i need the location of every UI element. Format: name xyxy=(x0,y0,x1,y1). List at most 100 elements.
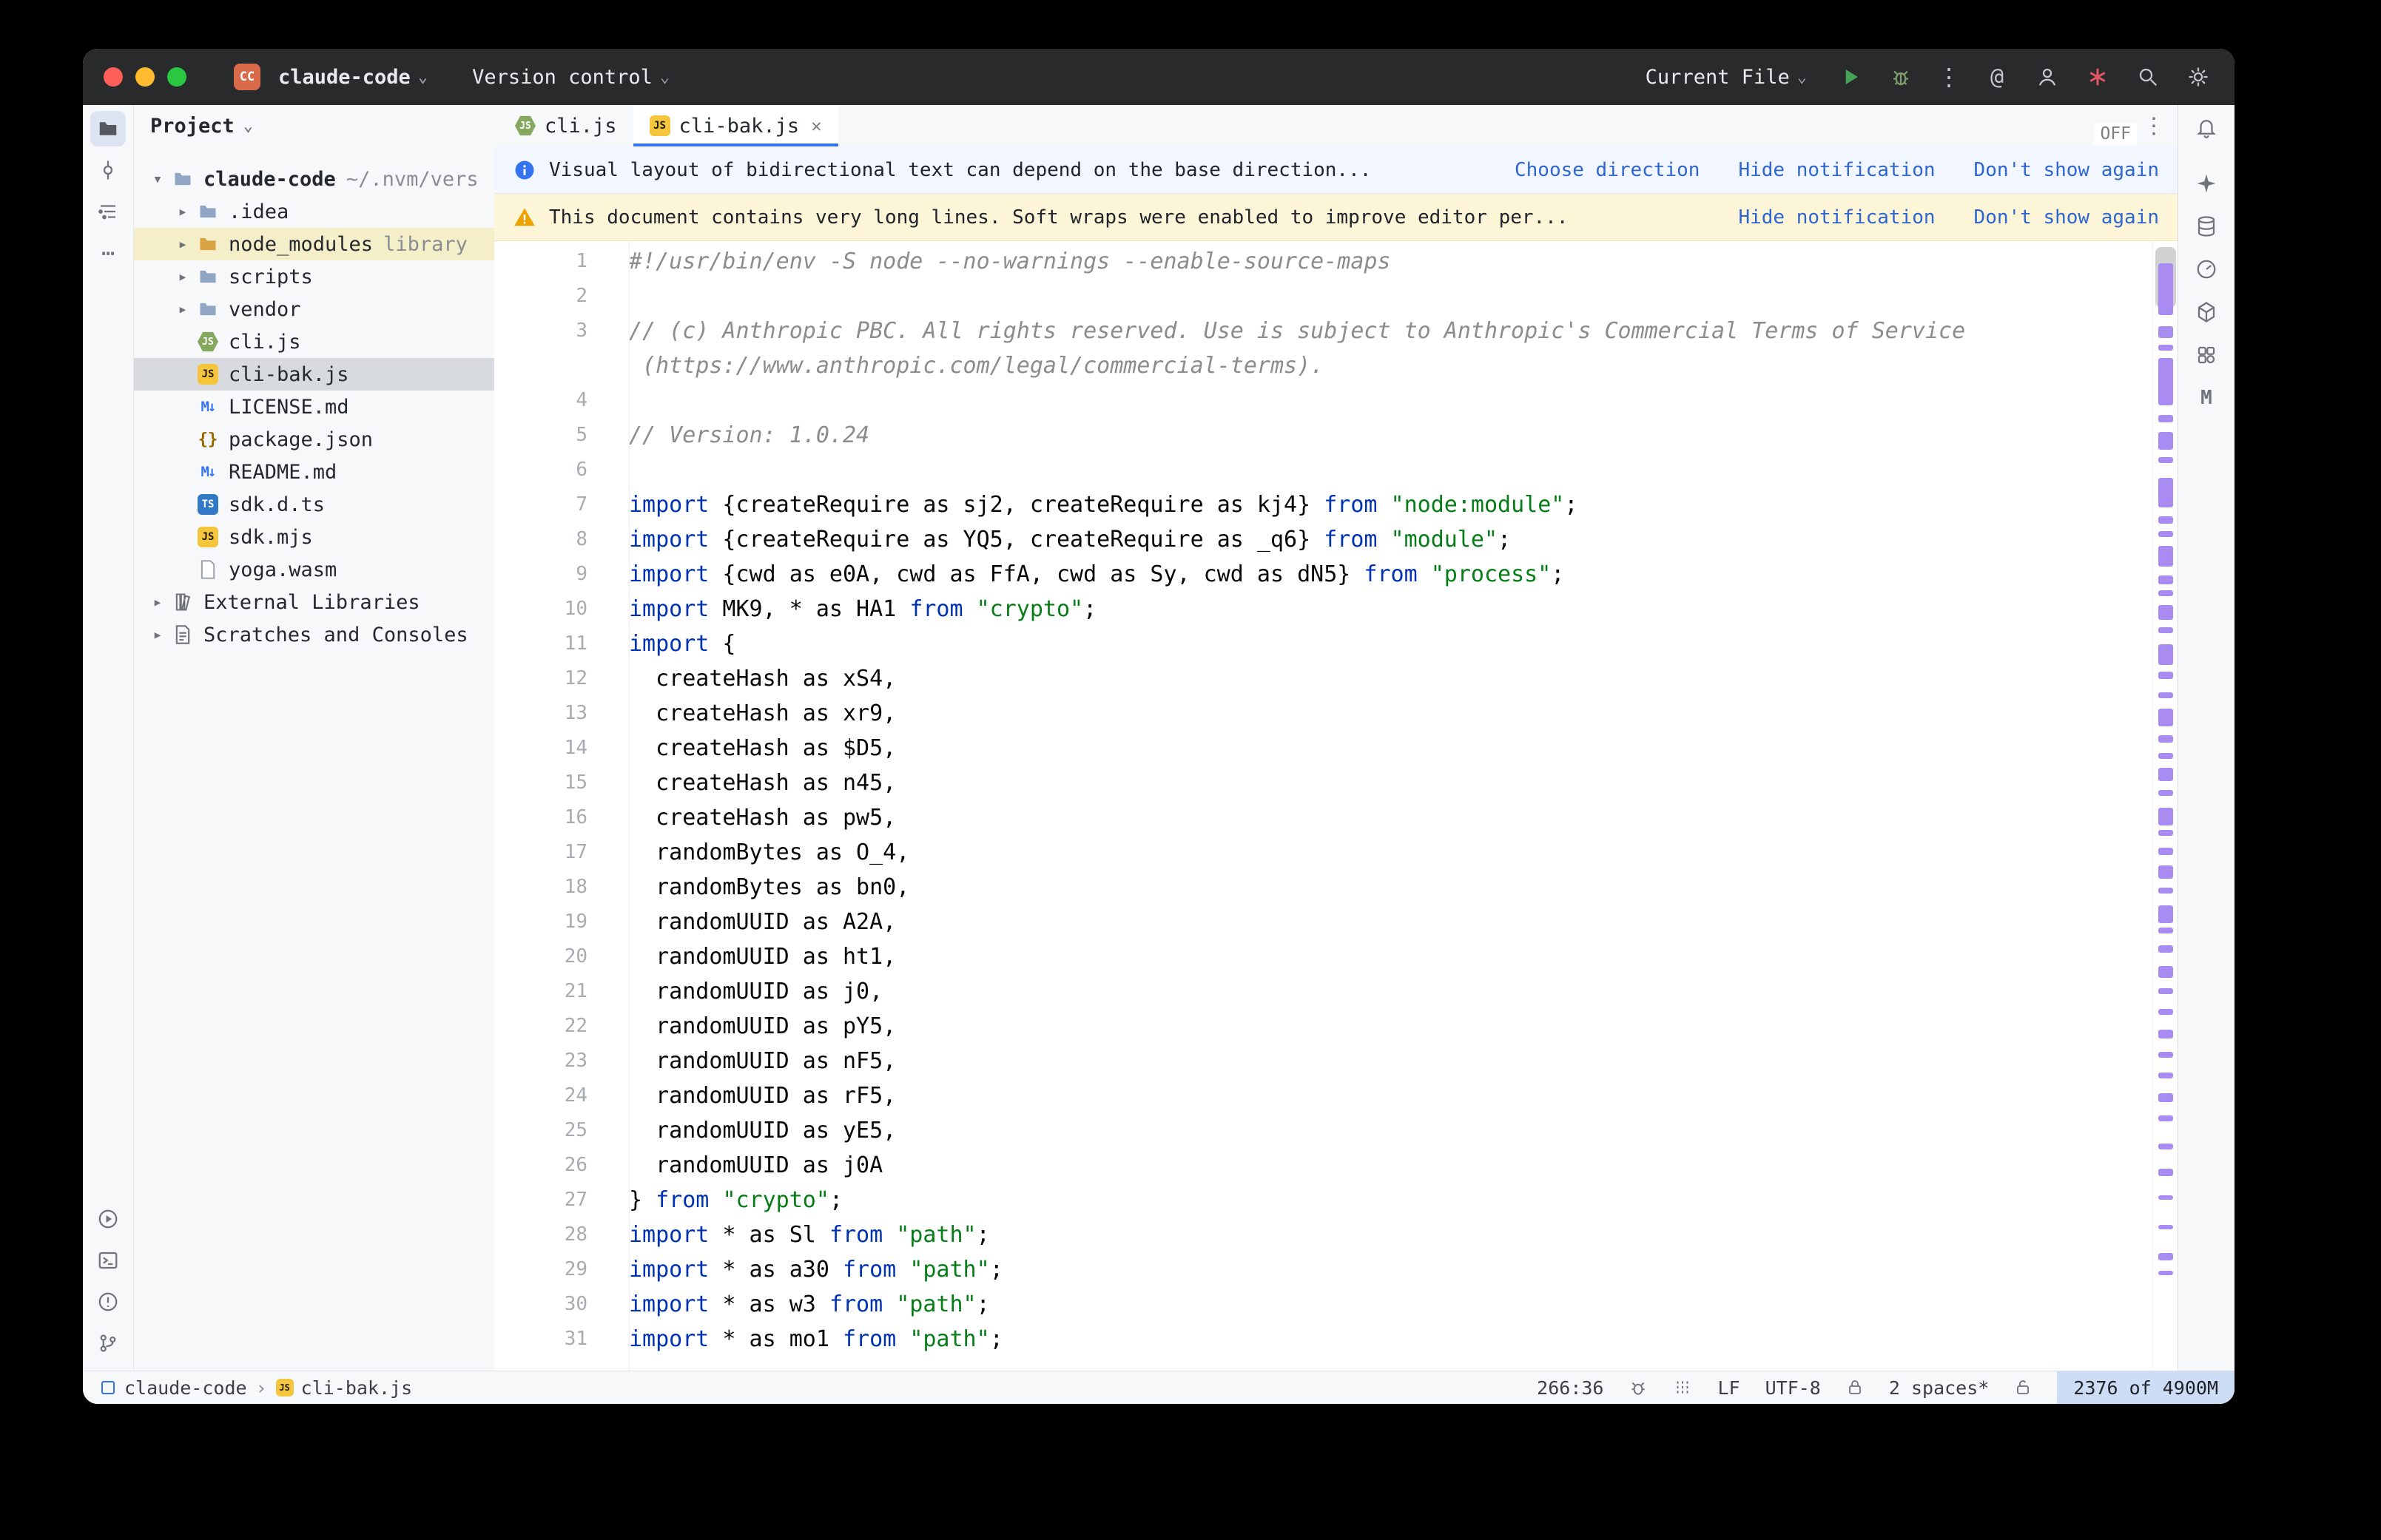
code-line[interactable]: 30import * as w3 from "path"; xyxy=(494,1287,2153,1322)
code-line[interactable]: 11import { xyxy=(494,627,2153,661)
line-number[interactable]: 22 xyxy=(494,1009,629,1044)
error-stripe-mark[interactable] xyxy=(2158,457,2173,463)
code-line[interactable]: 13 createHash as xr9, xyxy=(494,696,2153,731)
code-line[interactable]: 7import {createRequire as sj2, createReq… xyxy=(494,487,2153,522)
error-stripe-mark[interactable] xyxy=(2158,753,2173,759)
error-stripe-mark[interactable] xyxy=(2158,1030,2173,1039)
choose-direction-link[interactable]: Choose direction xyxy=(1515,159,1700,181)
run-configuration-selector[interactable]: Current File ⌄ xyxy=(1638,60,1814,95)
line-number[interactable]: 13 xyxy=(494,696,629,731)
dependencies-icon[interactable] xyxy=(2189,294,2224,330)
error-stripe-mark[interactable] xyxy=(2158,326,2173,338)
version-control-menu[interactable]: Version control ⌄ xyxy=(465,60,677,95)
commit-tool-window-button[interactable] xyxy=(90,152,126,188)
debug-button[interactable] xyxy=(1887,63,1915,91)
code-line[interactable]: 24 randomUUID as rF5, xyxy=(494,1078,2153,1113)
line-number[interactable]: 6 xyxy=(494,453,629,487)
dont-show-again-link[interactable]: Don't show again xyxy=(1974,206,2159,229)
code-line[interactable]: 3// (c) Anthropic PBC. All rights reserv… xyxy=(494,314,2153,348)
memory-indicator[interactable]: 2376 of 4900M xyxy=(2057,1371,2234,1404)
tree-item-sdk-d-ts[interactable]: TSsdk.d.ts xyxy=(134,488,494,521)
error-stripe-mark[interactable] xyxy=(2158,531,2173,537)
error-stripe-mark[interactable] xyxy=(2158,1093,2173,1102)
code-line[interactable]: 26 randomUUID as j0A xyxy=(494,1148,2153,1183)
chevron-collapsed-icon[interactable]: ▸ xyxy=(144,593,171,612)
code-line[interactable]: 22 randomUUID as pY5, xyxy=(494,1009,2153,1044)
git-branch-icon[interactable] xyxy=(90,1325,126,1361)
breadcrumb-project[interactable]: claude-code xyxy=(99,1377,247,1399)
profiler-icon[interactable] xyxy=(2189,251,2224,287)
line-number[interactable]: 3 xyxy=(494,314,629,348)
line-number[interactable]: 11 xyxy=(494,627,629,661)
project-tool-window-button[interactable] xyxy=(90,111,126,146)
line-number[interactable]: 31 xyxy=(494,1322,629,1357)
code-line[interactable]: 15 createHash as n45, xyxy=(494,766,2153,800)
lock-icon[interactable] xyxy=(1846,1379,1864,1397)
error-stripe-mark[interactable] xyxy=(2158,546,2173,567)
error-stripe-mark[interactable] xyxy=(2158,1195,2173,1200)
code-line[interactable]: 14 createHash as $D5, xyxy=(494,731,2153,766)
error-stripe-mark[interactable] xyxy=(2158,1073,2173,1078)
line-number[interactable]: 19 xyxy=(494,905,629,939)
line-number[interactable]: 27 xyxy=(494,1183,629,1218)
error-stripe-mark[interactable] xyxy=(2158,672,2173,679)
error-stripe-mark[interactable] xyxy=(2158,905,2173,923)
error-stripe-mark[interactable] xyxy=(2158,735,2173,743)
tab-overflow-menu[interactable]: ⋮ xyxy=(2143,113,2165,139)
error-stripe-mark[interactable] xyxy=(2158,848,2173,855)
code-line[interactable]: (https://www.anthropic.com/legal/commerc… xyxy=(494,348,2153,383)
tree-item-scripts[interactable]: ▸scripts xyxy=(134,260,494,293)
encoding-widget[interactable]: UTF-8 xyxy=(1765,1377,1821,1399)
indent-widget[interactable]: 2 spaces* xyxy=(1889,1377,1989,1399)
user-icon[interactable] xyxy=(2033,63,2061,91)
code-line[interactable]: 8import {createRequire as YQ5, createReq… xyxy=(494,522,2153,557)
code-line[interactable]: 25 randomUUID as yE5, xyxy=(494,1113,2153,1148)
code-line[interactable]: 9import {cwd as e0A, cwd as FfA, cwd as … xyxy=(494,557,2153,592)
code-line[interactable]: 21 randomUUID as j0, xyxy=(494,974,2153,1009)
tree-item-external-libraries[interactable]: ▸External Libraries xyxy=(134,586,494,618)
line-number[interactable]: 15 xyxy=(494,766,629,800)
error-stripe-mark[interactable] xyxy=(2158,865,2173,879)
line-number[interactable]: 2 xyxy=(494,279,629,314)
project-panel-header[interactable]: Project ⌄ xyxy=(134,105,494,146)
error-stripe-mark[interactable] xyxy=(2158,830,2173,836)
error-stripe-mark[interactable] xyxy=(2158,808,2173,825)
tree-item-cli-js[interactable]: JScli.js xyxy=(134,325,494,358)
line-number[interactable]: 24 xyxy=(494,1078,629,1113)
line-number[interactable]: 23 xyxy=(494,1044,629,1078)
terminal-tool-window-button[interactable] xyxy=(90,1243,126,1278)
tab-cli-bak-js[interactable]: JS cli-bak.js ✕ xyxy=(633,105,838,146)
error-stripe-mark[interactable] xyxy=(2158,945,2173,953)
code-line[interactable]: 6 xyxy=(494,453,2153,487)
line-number[interactable]: 26 xyxy=(494,1148,629,1183)
code-line[interactable]: 18 randomBytes as bn0, xyxy=(494,870,2153,905)
error-stripe-mark[interactable] xyxy=(2158,1115,2173,1121)
error-stripe-mark[interactable] xyxy=(2158,988,2173,994)
line-number[interactable]: 10 xyxy=(494,592,629,627)
error-stripe-mark[interactable] xyxy=(2158,478,2173,507)
line-number[interactable]: 14 xyxy=(494,731,629,766)
zoom-window-button[interactable] xyxy=(167,67,186,87)
line-number[interactable]: 30 xyxy=(494,1287,629,1322)
plugins-icon[interactable] xyxy=(2189,337,2224,373)
chevron-collapsed-icon[interactable]: ▸ xyxy=(169,203,196,221)
readonly-icon[interactable] xyxy=(2014,1379,2032,1397)
tree-item-yoga-wasm[interactable]: yoga.wasm xyxy=(134,553,494,586)
error-stripe-mark[interactable] xyxy=(2158,1009,2173,1015)
error-stripe-mark[interactable] xyxy=(2158,1253,2173,1260)
error-stripe-mark[interactable] xyxy=(2158,888,2173,894)
at-icon[interactable]: @ xyxy=(1983,63,2011,91)
error-stripe-mark[interactable] xyxy=(2158,575,2173,584)
close-tab-icon[interactable]: ✕ xyxy=(811,115,821,136)
ai-assistant-icon[interactable] xyxy=(2189,166,2224,201)
code-line[interactable]: 28import * as Sl from "path"; xyxy=(494,1218,2153,1252)
hide-notification-link[interactable]: Hide notification xyxy=(1738,159,1935,181)
line-number[interactable]: 16 xyxy=(494,800,629,835)
error-stripe-mark[interactable] xyxy=(2158,1144,2173,1149)
line-number[interactable]: 12 xyxy=(494,661,629,696)
error-stripe-mark[interactable] xyxy=(2158,605,2173,620)
line-separator-widget[interactable]: LF xyxy=(1717,1377,1740,1399)
error-stripe-mark[interactable] xyxy=(2158,1271,2173,1275)
tree-item-vendor[interactable]: ▸vendor xyxy=(134,293,494,325)
problems-tool-window-button[interactable] xyxy=(90,1284,126,1320)
